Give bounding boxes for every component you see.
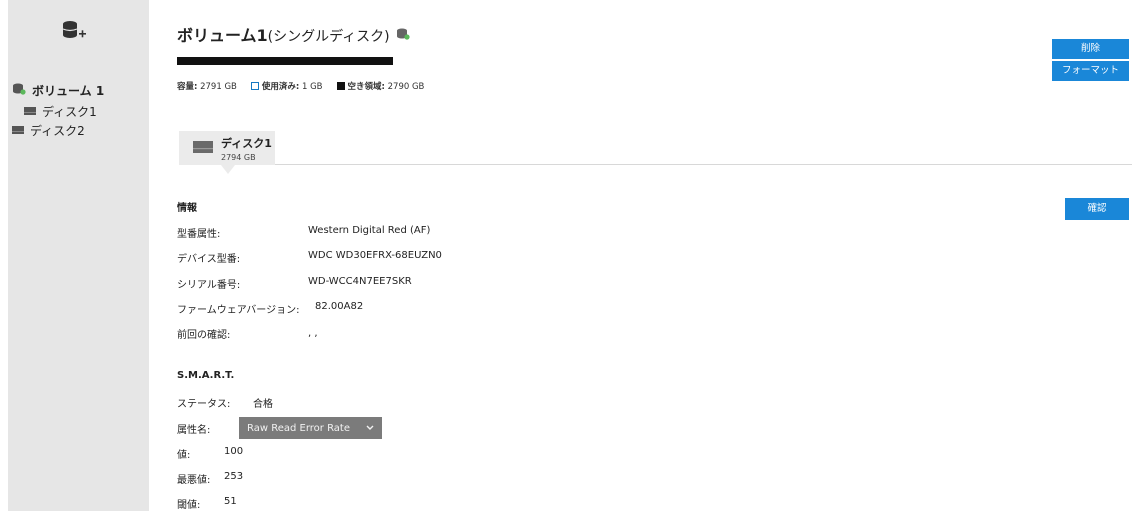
usage-bar (177, 57, 393, 65)
sidebar-item-disk1[interactable]: ディスク1 (24, 103, 97, 120)
smart-status-value: 合格 (253, 399, 273, 410)
smart-value-label: 値: (177, 450, 191, 461)
volume-ok-icon (12, 83, 26, 98)
usage-legend: 容量: 2791 GB 使用済み: 1 GB 空き領域: 2790 GB (177, 80, 424, 92)
tab-divider (179, 164, 1132, 165)
sidebar-disk1-label: ディスク1 (42, 105, 97, 119)
sidebar-disk2-label: ディスク2 (30, 124, 85, 138)
page-title: ボリューム1(シングルディスク) (177, 22, 410, 46)
attribute-select-value: Raw Read Error Rate (247, 422, 351, 434)
capacity-text: 容量: 2791 GB (177, 82, 237, 92)
sidebar: ボリューム 1 ディスク1 ディスク2 (8, 0, 149, 511)
free-square-icon (336, 82, 345, 90)
info-value: WDC WD30EFRX-68EUZN0 (308, 250, 442, 261)
smart-worst: 253 (224, 471, 244, 482)
info-heading: 情報 (177, 203, 197, 214)
chevron-down-icon (366, 423, 374, 434)
tab-disk-size: 2794 GB (221, 152, 256, 162)
volume-ok-icon (396, 25, 410, 44)
tab-disk1[interactable]: ディスク1 2794 GB (179, 131, 275, 165)
smart-heading: S.M.A.R.T. (177, 370, 235, 381)
tab-pointer (221, 165, 235, 174)
sidebar-item-volume1[interactable]: ボリューム 1 (8, 81, 149, 99)
main-panel: ボリューム1(シングルディスク) 容量: 2791 GB 使用済み: 1 GB … (175, 0, 1132, 511)
info-label: ファームウェアバージョン: (177, 305, 300, 316)
disk-icon (193, 139, 213, 158)
info-label: 前回の確認: (177, 330, 231, 341)
used-text: 使用済み: 1 GB (250, 80, 323, 92)
attr-name-label: 属性名: (177, 425, 211, 436)
confirm-button[interactable]: 確認 (1065, 198, 1129, 220)
sidebar-item-disk2[interactable]: ディスク2 (12, 122, 85, 139)
attribute-select[interactable]: Raw Read Error Rate (239, 417, 382, 439)
smart-worst-label: 最悪値: (177, 475, 211, 486)
info-label: 型番属性: (177, 229, 221, 240)
info-value: WD-WCC4N7EE7SKR (308, 276, 412, 287)
disk-icon (24, 105, 36, 119)
info-value: 82.00A82 (315, 301, 364, 312)
info-label: デバイス型番: (177, 254, 241, 265)
info-value: Western Digital Red (AF) (308, 225, 431, 236)
delete-button[interactable]: 削除 (1052, 39, 1129, 59)
smart-value: 100 (224, 446, 244, 457)
smart-threshold-label: 閾値: (177, 500, 201, 511)
info-value: , , (308, 328, 318, 339)
format-button[interactable]: フォーマット (1052, 61, 1129, 81)
volume-title: ボリューム1 (177, 26, 268, 45)
disk-icon (12, 124, 24, 138)
used-square-icon (250, 82, 259, 90)
smart-threshold: 51 (224, 496, 237, 507)
tab-disk-name: ディスク1 (221, 136, 272, 150)
sidebar-volume-label: ボリューム 1 (32, 83, 105, 98)
info-label: シリアル番号: (177, 280, 241, 291)
free-text: 空き領域: 2790 GB (336, 80, 424, 92)
add-volume-icon[interactable] (60, 20, 88, 42)
smart-status-label: ステータス: (177, 399, 231, 410)
volume-type: (シングルディスク) (267, 29, 390, 45)
